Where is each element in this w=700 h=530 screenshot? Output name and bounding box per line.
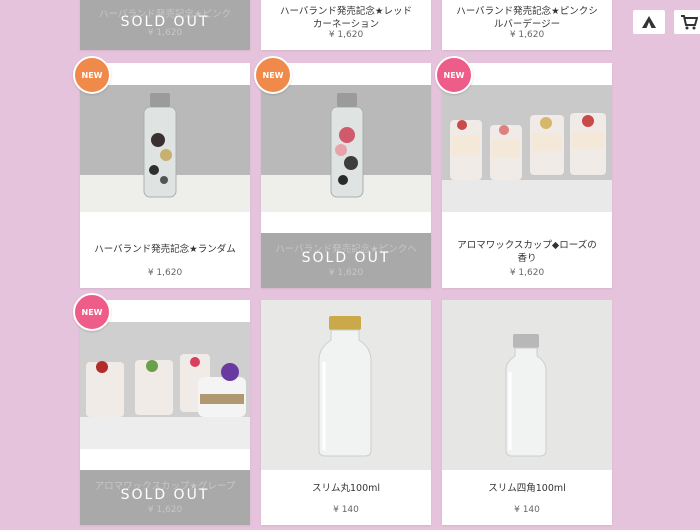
new-badge: NEW: [73, 293, 111, 331]
product-price: ¥ 140: [514, 505, 540, 515]
product-price: ¥ 1,620: [147, 505, 183, 515]
new-badge: NEW: [254, 56, 292, 94]
product-image: [80, 85, 250, 212]
product-card[interactable]: スリム四角100ml ¥ 140: [442, 300, 612, 525]
product-card[interactable]: アロマワックスカップ★グレープ SOLD OUT ¥ 1,620: [80, 300, 250, 525]
product-price: ¥ 1,620: [509, 268, 545, 278]
product-card[interactable]: アロマワックスカップ◆ローズの 香り ¥ 1,620: [442, 63, 612, 288]
tent-icon-button[interactable]: [633, 10, 665, 34]
product-card[interactable]: ハーバランド発売記念★ピンクシ ルバーデージー ¥ 1,620: [442, 0, 612, 50]
new-badge: NEW: [73, 56, 111, 94]
product-title: スリム四角100ml: [488, 483, 566, 494]
product-image: [442, 300, 612, 470]
product-title: ハーバランド発売記念★ピンクシ ルバーデージー: [456, 6, 598, 30]
product-price: ¥ 1,620: [328, 30, 364, 40]
product-price: ¥ 140: [333, 505, 359, 515]
cart-icon: [681, 15, 698, 30]
sold-out-label: SOLD OUT: [120, 487, 210, 503]
sold-out-label: SOLD OUT: [301, 250, 391, 266]
product-image: [261, 85, 431, 212]
sold-out-overlay: ハーバランド発売記念★ピンク SOLD OUT ¥ 1,620: [80, 0, 250, 50]
product-image: [80, 322, 250, 449]
tent-icon: [642, 16, 656, 28]
product-title: ハーバランド発売記念★レッド カーネーション: [280, 6, 412, 30]
product-title: スリム丸100ml: [311, 483, 381, 494]
product-card[interactable]: ハーバランド発売記念★ピンクヘ SOLD OUT ¥ 1,620: [261, 63, 431, 288]
product-card[interactable]: ハーバランド発売記念★レッド カーネーション ¥ 1,620: [261, 0, 431, 50]
product-card[interactable]: ハーバランド発売記念★ピンク SOLD OUT ¥ 1,620: [80, 0, 250, 50]
product-image: [442, 85, 612, 212]
new-badge: NEW: [435, 56, 473, 94]
product-title: アロマワックスカップ◆ローズの 香り: [457, 240, 597, 264]
product-image: [261, 300, 431, 470]
product-card[interactable]: ハーバランド発売記念★ランダム ¥ 1,620: [80, 63, 250, 288]
product-price: ¥ 1,620: [147, 268, 183, 278]
sold-out-overlay: アロマワックスカップ★グレープ SOLD OUT ¥ 1,620: [80, 470, 250, 525]
cart-icon-button[interactable]: [674, 10, 700, 34]
product-card[interactable]: スリム丸100ml ¥ 140: [261, 300, 431, 525]
product-price: ¥ 1,620: [509, 30, 545, 40]
product-title: ハーバランド発売記念★ランダム: [94, 244, 236, 255]
product-price: ¥ 1,620: [328, 268, 364, 278]
sold-out-overlay: ハーバランド発売記念★ピンクヘ SOLD OUT ¥ 1,620: [261, 233, 431, 288]
product-price: ¥ 1,620: [147, 28, 183, 38]
